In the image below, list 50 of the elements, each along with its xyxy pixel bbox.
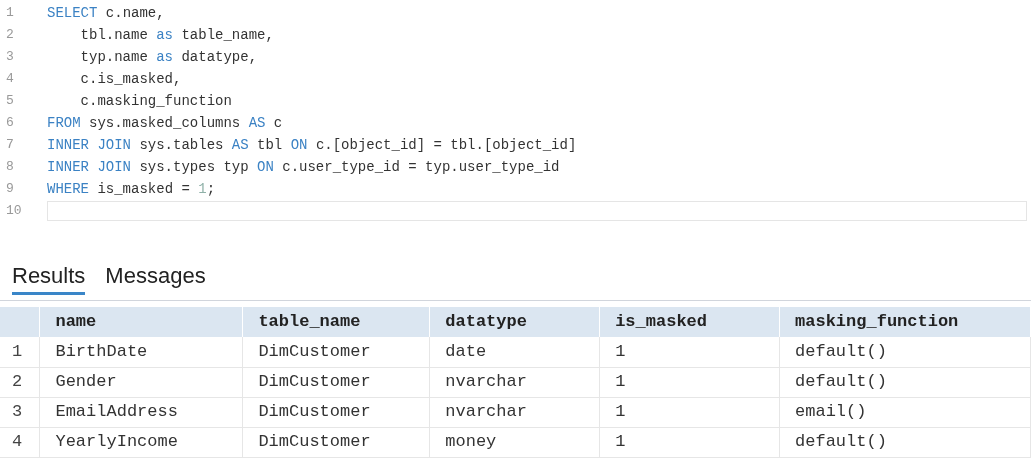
table-cell: 1 (599, 397, 780, 427)
table-cell: default() (779, 427, 1031, 457)
column-header: is_masked (599, 307, 780, 337)
column-header: masking_function (779, 307, 1031, 337)
code-line: tbl.name as table_name, (79, 25, 274, 45)
table-cell: nvarchar (429, 367, 600, 397)
line-number: 5 (5, 92, 15, 111)
line-number: 7 (5, 136, 15, 155)
code-line: WHERE is_masked = 1; (47, 179, 216, 199)
table-cell: BirthDate (39, 337, 243, 367)
table-cell: default() (779, 367, 1031, 397)
tab[interactable]: Results (12, 262, 86, 295)
code-line: c.is_masked, (79, 69, 182, 89)
table-cell: nvarchar (429, 397, 600, 427)
code-line: c.masking_function (79, 91, 232, 111)
code-line: INNER JOIN sys.tables AS tbl ON c.[object_id] = tbl.[object_id] (47, 135, 577, 155)
table-cell: DimCustomer (242, 427, 430, 457)
table-cell: email() (779, 397, 1031, 427)
table-cell: default() (779, 337, 1031, 367)
row-number: 2 (0, 367, 40, 397)
column-header: datatype (429, 307, 600, 337)
table-cell: EmailAddress (39, 397, 243, 427)
line-number: 3 (5, 48, 15, 67)
code-line: SELECT c.name, (47, 3, 165, 23)
table-cell: DimCustomer (242, 397, 430, 427)
table-cell: date (429, 337, 600, 367)
row-number: 4 (0, 427, 40, 457)
column-header: table_name (242, 307, 430, 337)
code-line: FROM sys.masked_columns AS c (47, 113, 283, 133)
table-cell: 1 (599, 367, 780, 397)
line-number: 6 (5, 114, 15, 133)
line-number: 2 (5, 26, 15, 45)
table-cell: DimCustomer (242, 367, 430, 397)
line-number: 1 (5, 4, 15, 23)
column-header: name (39, 307, 243, 337)
line-number: 10 (5, 202, 23, 221)
table-cell: money (429, 427, 600, 457)
table-cell: Gender (39, 367, 243, 397)
table-cell: DimCustomer (242, 337, 430, 367)
tab[interactable]: Messages (105, 262, 206, 295)
row-number: 1 (0, 337, 40, 367)
line-number: 9 (5, 180, 15, 199)
code-line: typ.name as datatype, (79, 47, 258, 67)
row-number: 3 (0, 397, 40, 427)
table-cell: 1 (599, 337, 780, 367)
code-line: INNER JOIN sys.types typ ON c.user_type_id = typ.user_type_id (47, 157, 560, 177)
line-number: 4 (5, 70, 15, 89)
table-cell: YearlyIncome (39, 427, 243, 457)
line-number: 8 (5, 158, 15, 177)
table-cell: 1 (599, 427, 780, 457)
